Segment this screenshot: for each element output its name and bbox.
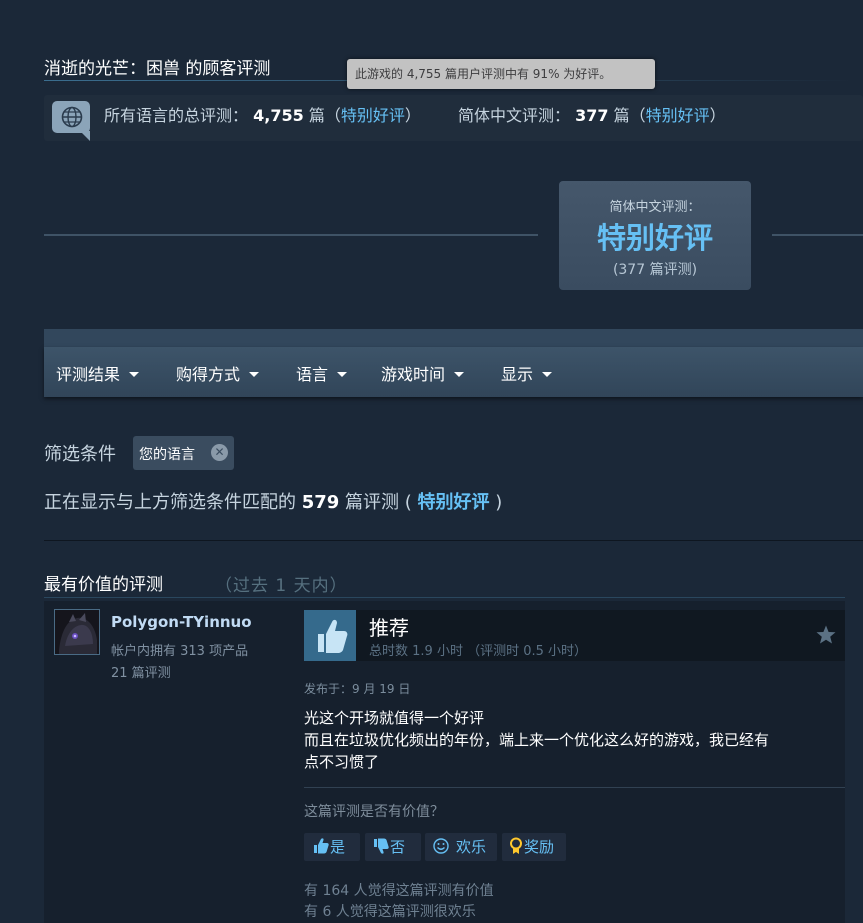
award-button[interactable]: 奖励 [502, 833, 566, 861]
remove-filter-icon[interactable]: ✕ [211, 444, 228, 461]
cn-reviews-count: 377 [575, 106, 609, 125]
avatar-image [55, 610, 99, 654]
paren-close: ） [709, 106, 726, 125]
filter-label: 显示 [501, 365, 534, 384]
vote-funny-button[interactable]: 欢乐 [425, 833, 497, 861]
chevron-down-icon [542, 372, 553, 377]
score-label: 简体中文评测： [609, 200, 701, 215]
review-hours: 总时数 1.9 小时 （评测时 0.5 小时） [369, 644, 588, 659]
helpful-count: 有 164 人觉得这篇评测有价值 [304, 883, 494, 899]
most-helpful-divider [44, 597, 845, 598]
funny-count: 有 6 人觉得这篇评测很欢乐 [304, 904, 476, 920]
helpful-question: 这篇评测是否有价值？ [304, 804, 444, 820]
all-reviews-count: 4,755 [253, 106, 304, 125]
showing-rating: 特别好评 [417, 492, 490, 513]
filter-label: 语言 [296, 365, 329, 384]
review-posted-date: 发布于：9 月 19 日 [304, 682, 411, 696]
review-content-divider [304, 787, 845, 788]
filter-language[interactable]: 语言 [296, 361, 348, 385]
unit-label: 篇 [308, 106, 325, 125]
filter-chip-label: 您的语言 [139, 447, 195, 463]
paren-open: （ [324, 106, 341, 125]
filter-playtime[interactable]: 游戏时间 [381, 361, 465, 385]
award-label: 奖励 [524, 838, 555, 856]
showing-mid: 篇评测 ( [345, 492, 412, 513]
vote-yes-button[interactable]: 是 [304, 833, 360, 861]
vote-funny-label: 欢乐 [456, 838, 487, 856]
vote-no-button[interactable]: 否 [365, 833, 421, 861]
all-reviews-summary: 所有语言的总评测： 4,755 篇（特别好评） [104, 104, 421, 128]
unit-label: 篇 [613, 106, 630, 125]
active-filters-label: 筛选条件 [44, 444, 116, 465]
award-icon [510, 837, 522, 854]
review-verdict: 推荐 [369, 616, 409, 640]
review-text-line: 而且在垃圾优化频出的年份，端上来一个优化这么好的游戏，我已经有 [304, 731, 770, 749]
cn-reviews-summary: 简体中文评测： 377 篇（特别好评） [458, 104, 726, 128]
author-name[interactable]: Polygon-TYinnuo [111, 613, 252, 631]
thumbs-up-icon [314, 838, 329, 854]
thumbs-up-box [304, 610, 356, 661]
language-bubble-tail [80, 131, 90, 141]
thumbs-down-icon [374, 838, 389, 854]
star-icon[interactable] [815, 624, 837, 646]
showing-summary: 正在显示与上方筛选条件匹配的 579 篇评测 ( 特别好评 ) [44, 488, 502, 514]
paren-open: （ [629, 106, 646, 125]
globe-icon [61, 106, 83, 128]
vote-yes-label: 是 [330, 838, 346, 856]
showing-prefix: 正在显示与上方筛选条件匹配的 [44, 492, 296, 513]
cn-reviews-rating[interactable]: 特别好评 [646, 106, 710, 125]
all-reviews-label: 所有语言的总评测： [104, 106, 249, 125]
filter-bar-top [44, 329, 863, 347]
paren-close: ） [404, 106, 421, 125]
smiley-icon [433, 838, 449, 854]
chevron-down-icon [129, 372, 140, 377]
filter-review-type[interactable]: 评测结果 [56, 361, 140, 385]
review-text-line: 光这个开场就值得一个好评 [304, 709, 485, 727]
review-text-line: 点不习惯了 [304, 753, 380, 771]
all-reviews-rating[interactable]: 特别好评 [341, 106, 405, 125]
score-divider-right [772, 234, 863, 236]
chevron-down-icon [454, 372, 465, 377]
filter-label: 游戏时间 [381, 365, 446, 384]
showing-suffix: ) [495, 492, 503, 513]
author-products[interactable]: 帐户内拥有 313 项产品 [111, 640, 248, 659]
chevron-down-icon [337, 372, 348, 377]
rating-tooltip: 此游戏的 4,755 篇用户评测中有 91% 为好评。 [347, 59, 655, 89]
page-title: 消逝的光芒：困兽 的顾客评测 [44, 59, 271, 79]
avatar[interactable] [54, 609, 100, 655]
most-helpful-period: （过去 1 天内） [215, 576, 348, 596]
most-helpful-title: 最有价值的评测 [44, 575, 163, 595]
vote-no-label: 否 [390, 838, 406, 856]
section-divider [44, 540, 863, 541]
author-reviews[interactable]: 21 篇评测 [111, 662, 171, 681]
cn-reviews-label: 简体中文评测： [458, 106, 571, 125]
chevron-down-icon [249, 372, 260, 377]
score-divider-left [44, 234, 538, 236]
filter-purchase-type[interactable]: 购得方式 [176, 361, 260, 385]
filter-display[interactable]: 显示 [501, 361, 553, 385]
filter-label: 评测结果 [56, 365, 121, 384]
filter-label: 购得方式 [176, 365, 241, 384]
score-rating: 特别好评 [596, 221, 713, 255]
score-count: (377 篇评测) [612, 262, 698, 278]
showing-count: 579 [301, 492, 340, 513]
thumbs-up-icon [318, 619, 348, 653]
